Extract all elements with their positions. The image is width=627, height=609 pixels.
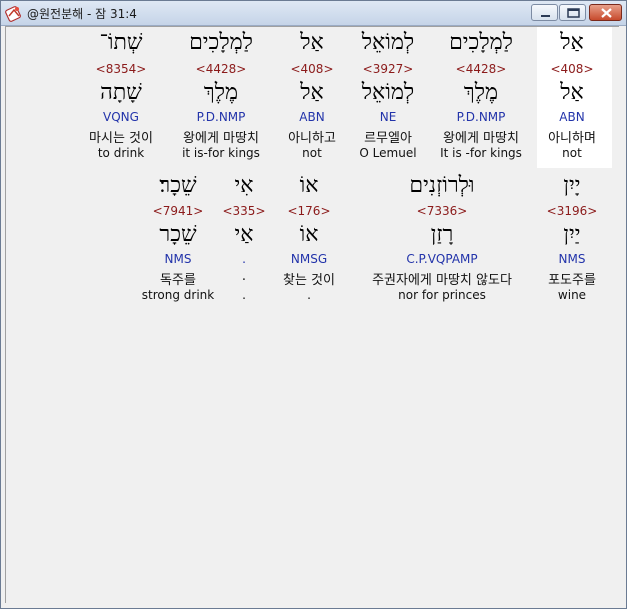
- parsing-code: VQNG: [103, 110, 139, 124]
- hebrew-word: יָיִן: [563, 173, 581, 198]
- strong-number-link[interactable]: <3196>: [522, 204, 622, 218]
- app-logo-icon: [5, 4, 23, 22]
- hebrew-lemma: שֵׁכָר: [159, 222, 197, 247]
- interlinear-panel: אַל <408> אַל ABN 아니하며 not לַמְלָכִים <4…: [5, 26, 619, 603]
- english-gloss: strong drink: [141, 288, 215, 302]
- window-title: @원전분해 - 잠 31:4: [27, 7, 137, 21]
- strong-number-link[interactable]: <408>: [522, 62, 622, 76]
- strong-number-link[interactable]: <7941>: [128, 204, 228, 218]
- hebrew-word: שֵׁכָר׃: [159, 173, 197, 198]
- strong-number-link[interactable]: <7336>: [392, 204, 492, 218]
- strong-number-link[interactable]: <4428>: [431, 62, 531, 76]
- close-button[interactable]: [589, 4, 622, 21]
- hebrew-lemma: יַיִן: [563, 222, 581, 247]
- hebrew-lemma: רָזַן: [430, 222, 454, 247]
- app-window: @원전분해 - 잠 31:4 אַל <408> אַל ABN 아니하며 no…: [0, 0, 627, 609]
- hebrew-word: וּלְרוֹזְנִים: [409, 173, 475, 198]
- hebrew-lemma: שָׁתָה: [100, 80, 142, 105]
- title-bar[interactable]: @원전분해 - 잠 31:4: [1, 1, 626, 26]
- strong-number-link[interactable]: <4428>: [171, 62, 271, 76]
- maximize-button[interactable]: [559, 4, 586, 21]
- minimize-button[interactable]: [531, 4, 558, 21]
- korean-gloss: 독주를: [160, 273, 196, 288]
- strong-number-link[interactable]: <408>: [262, 62, 362, 76]
- korean-gloss: 마시는 것이: [89, 131, 153, 146]
- english-gloss: to drink: [97, 146, 145, 160]
- strong-number-link[interactable]: <8354>: [71, 62, 171, 76]
- hebrew-word: שְׁתוֹ־: [99, 30, 143, 55]
- parsing-code: NMS: [164, 252, 192, 266]
